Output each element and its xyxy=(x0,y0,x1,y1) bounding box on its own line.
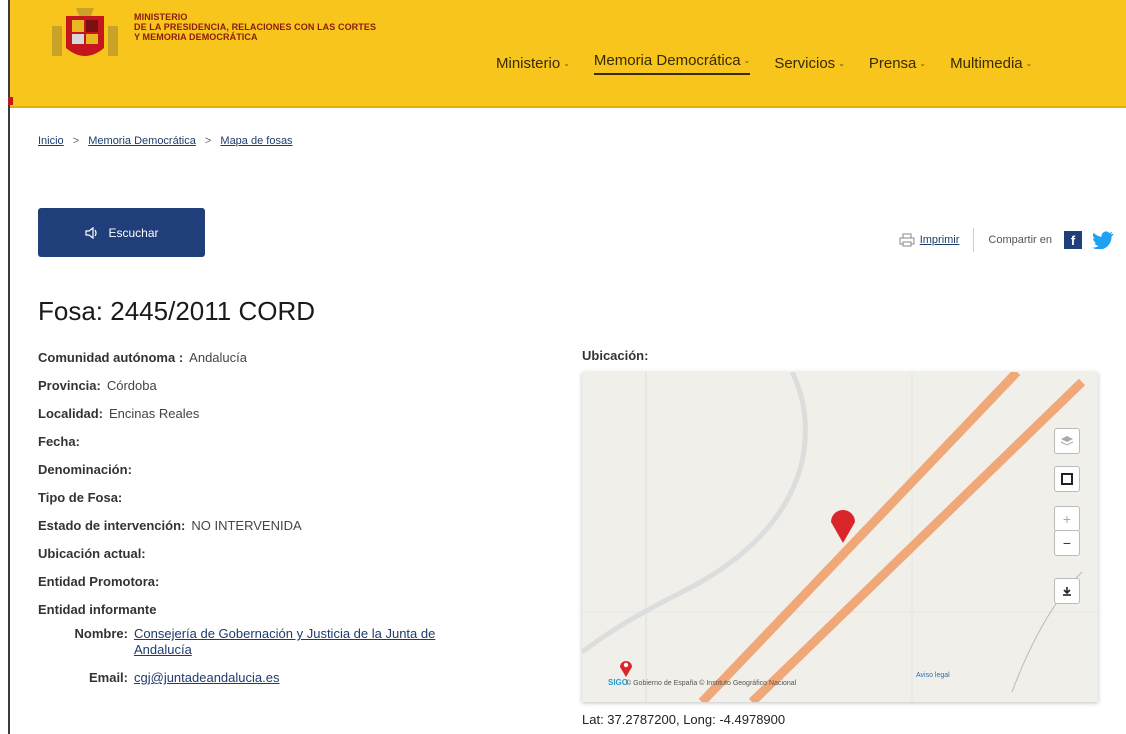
chevron-down-icon: ⌄ xyxy=(838,59,845,68)
breadcrumb-link-memoria[interactable]: Memoria Democrática xyxy=(88,135,196,147)
nav-item-ministerio[interactable]: Ministerio ⌄ xyxy=(496,52,570,75)
field-ubicacion-actual: Ubicación actual: xyxy=(38,546,146,561)
speaker-icon xyxy=(85,226,98,239)
nav-item-memoria-democratica[interactable]: Memoria Democrática ⌄ xyxy=(593,52,751,75)
chevron-down-icon: ⌄ xyxy=(1025,59,1033,68)
layers-icon[interactable] xyxy=(1054,428,1080,454)
nav-item-multimedia[interactable]: Multimedia ⌄ xyxy=(950,52,1032,75)
informant-name-link[interactable]: Consejería de Gobernación y Justicia de … xyxy=(134,626,494,658)
field-tipo-fosa: Tipo de Fosa: xyxy=(38,490,123,505)
print-link[interactable]: Imprimir xyxy=(898,233,960,247)
red-marker xyxy=(8,97,13,105)
location-marker-icon[interactable] xyxy=(828,506,858,544)
informant-name: Nombre: Consejería de Gobernación y Just… xyxy=(64,626,494,658)
chevron-down-icon: ⌄ xyxy=(563,59,570,68)
share-label: Compartir en xyxy=(988,234,1052,246)
location-label: Ubicación: xyxy=(582,348,649,363)
informant-email-link[interactable]: cgj@juntadeandalucia.es xyxy=(134,670,494,686)
zoom-out-button[interactable]: − xyxy=(1054,530,1080,556)
share-bar: Imprimir Compartir en f xyxy=(898,228,1114,252)
main-nav: Ministerio ⌄ Memoria Democrática ⌄ Servici… xyxy=(496,52,1032,75)
page-title: Fosa: 2445/2011 CORD xyxy=(38,296,315,326)
coat-of-arms-icon[interactable] xyxy=(48,6,122,64)
site-header: MINISTERIO DE LA PRESIDENCIA, RELACIONES… xyxy=(10,0,1126,108)
ministry-name: MINISTERIO DE LA PRESIDENCIA, RELACIONES… xyxy=(134,12,377,42)
map-attribution: © Gobierno de España © Instituto Geográf… xyxy=(626,680,797,687)
fullscreen-icon[interactable] xyxy=(1054,466,1080,492)
field-comunidad: Comunidad autónoma : Andalucía xyxy=(38,350,247,365)
twitter-icon[interactable] xyxy=(1092,231,1114,249)
field-localidad: Localidad: Encinas Reales xyxy=(38,406,200,421)
nav-item-prensa[interactable]: Prensa ⌄ xyxy=(869,52,926,75)
printer-icon xyxy=(899,233,915,247)
map-aviso-legal-link[interactable]: Aviso legal xyxy=(916,672,950,679)
map-pin-icon xyxy=(620,661,632,677)
left-frame-line xyxy=(8,0,10,734)
nav-item-servicios[interactable]: Servicios ⌄ xyxy=(774,52,845,75)
breadcrumb-separator: > xyxy=(204,135,212,147)
breadcrumb: Inicio > Memoria Democrática > Mapa de f… xyxy=(38,135,293,147)
grave-details: Comunidad autónoma : Andalucía Provincia:… xyxy=(38,350,302,630)
print-label: Imprimir xyxy=(919,234,960,246)
listen-button-label: Escuchar xyxy=(108,225,159,240)
download-icon[interactable] xyxy=(1054,578,1080,604)
breadcrumb-separator: > xyxy=(72,135,80,147)
location-map[interactable]: + − SIGO © Gobierno de España © Institut… xyxy=(582,372,1098,702)
informant-email: Email: cgj@juntadeandalucia.es xyxy=(64,670,494,686)
chevron-down-icon: ⌄ xyxy=(919,59,927,68)
chevron-down-icon: ⌄ xyxy=(743,56,751,65)
field-estado-intervencion: Estado de intervención: NO INTERVENIDA xyxy=(38,518,302,533)
breadcrumb-link-mapa[interactable]: Mapa de fosas xyxy=(220,135,292,147)
left-frame xyxy=(0,0,12,734)
facebook-icon[interactable]: f xyxy=(1064,231,1082,249)
field-denominacion: Denominación: xyxy=(38,462,132,477)
informant-details: Nombre: Consejería de Gobernación y Just… xyxy=(64,626,494,698)
zoom-in-button[interactable]: + xyxy=(1054,506,1080,532)
field-fecha: Fecha: xyxy=(38,434,80,449)
field-provincia: Provincia: Córdoba xyxy=(38,378,157,393)
breadcrumb-link-inicio[interactable]: Inicio xyxy=(38,135,64,147)
coordinates-text: Lat: 37.2787200, Long: -4.4978900 xyxy=(582,712,786,727)
divider xyxy=(973,228,975,252)
listen-button[interactable]: Escuchar xyxy=(38,208,205,257)
map-logo: SIGO xyxy=(608,678,629,687)
field-entidad-promotora: Entidad Promotora: xyxy=(38,574,160,589)
